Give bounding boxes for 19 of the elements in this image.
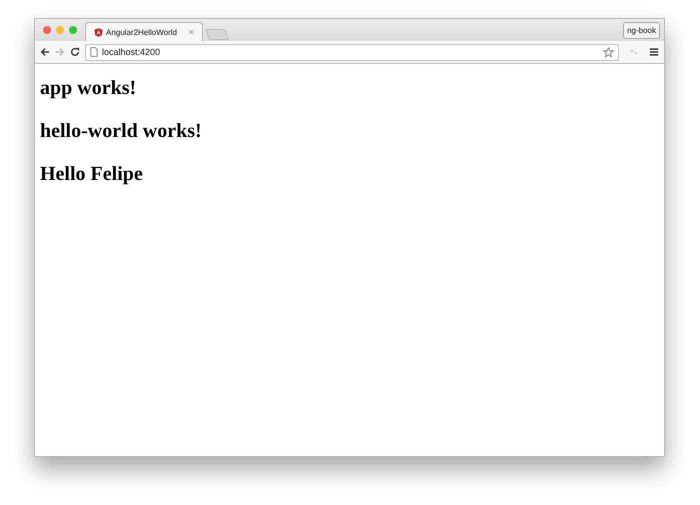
back-icon[interactable] [40,47,50,57]
new-tab-button[interactable] [205,29,229,40]
minimize-window-icon[interactable] [56,26,64,34]
menu-icon[interactable] [649,47,659,57]
forward-icon[interactable] [55,47,65,57]
page-heading: app works! [40,77,138,100]
address-bar[interactable]: localhost:4200 [85,44,619,60]
page-heading: hello-world works! [40,120,203,143]
page-icon [90,47,98,57]
profile-button[interactable]: ng-book [623,22,660,38]
star-icon[interactable] [603,46,614,58]
url-text: localhost:4200 [102,47,162,57]
tab-title: Angular2HelloWorld [106,28,178,36]
page-heading: Hello Felipe [40,163,144,186]
browser-tab[interactable]: Angular2HelloWorld × [85,22,203,41]
close-window-icon[interactable] [43,26,51,34]
shield-icon [94,28,103,36]
zoom-window-icon[interactable] [69,26,77,34]
reload-icon[interactable] [70,47,80,57]
